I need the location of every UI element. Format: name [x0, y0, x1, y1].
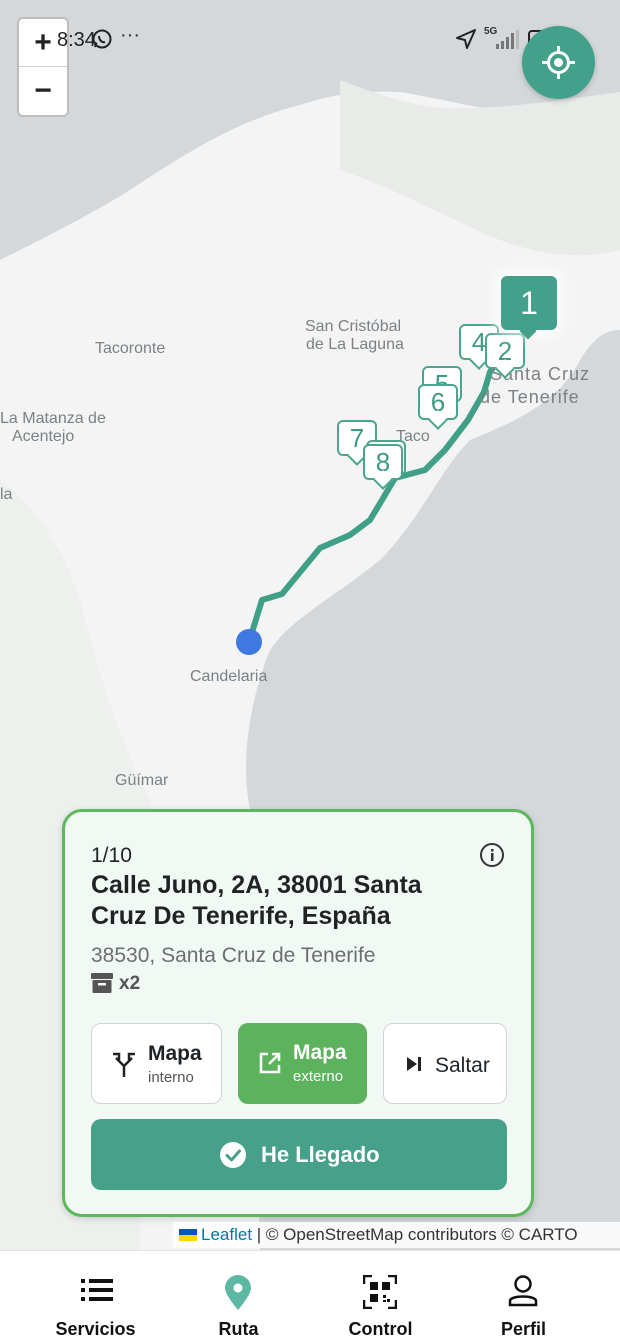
internal-map-title: Mapa — [148, 1042, 202, 1065]
skip-label: Saltar — [435, 1054, 490, 1077]
signal-icon — [496, 30, 519, 49]
archive-box-icon — [91, 973, 113, 993]
tab-servicios[interactable]: Servicios — [18, 1251, 173, 1343]
leaflet-link[interactable]: Leaflet — [201, 1225, 252, 1244]
internal-map-button[interactable]: Mapa interno — [91, 1023, 222, 1104]
package-count-label: x2 — [119, 973, 141, 994]
tab-control[interactable]: Control — [303, 1251, 458, 1343]
open-external-icon — [259, 1052, 281, 1074]
tab-label: Control — [348, 1319, 413, 1339]
external-map-subtitle: externo — [293, 1068, 344, 1085]
place-label: Acentejo — [12, 428, 75, 445]
tab-ruta[interactable]: Ruta — [161, 1251, 316, 1343]
place-label: La Matanza de — [0, 410, 106, 427]
tab-perfil[interactable]: Perfil — [446, 1251, 601, 1343]
map-attribution: Leaflet | © OpenStreetMap contributors ©… — [173, 1222, 620, 1248]
bottom-tab-bar: Servicios Ruta Control Perfil — [0, 1250, 620, 1343]
current-location-dot — [236, 629, 262, 655]
map-pin-icon — [225, 1275, 251, 1310]
stop-counter: 1/10 — [91, 844, 132, 867]
external-map-button[interactable]: Mapa externo — [238, 1023, 367, 1104]
place-label: la — [0, 486, 13, 503]
place-label: Candelaria — [190, 668, 268, 685]
tab-label: Perfil — [500, 1319, 547, 1339]
ukraine-flag-icon — [179, 1229, 197, 1241]
stop-address: Calle Juno, 2A, 38001 Santa Cruz De Tene… — [91, 871, 422, 930]
arrived-label: He Llegado — [261, 1142, 380, 1167]
stop-marker[interactable]: 6 — [418, 384, 458, 420]
whatsapp-icon — [92, 29, 112, 49]
place-label: de Tenerife — [480, 387, 580, 407]
location-arrow-icon — [456, 29, 476, 49]
skip-next-icon — [407, 1057, 421, 1071]
check-circle-icon — [220, 1142, 246, 1168]
more-notifications-icon: ··· — [120, 24, 140, 46]
stop-marker[interactable]: 2 — [485, 333, 525, 369]
place-label: Güímar — [115, 772, 169, 789]
list-icon — [81, 1279, 113, 1301]
current-stop-marker[interactable]: 1 — [501, 276, 557, 330]
arrived-button[interactable]: He Llegado — [91, 1119, 507, 1190]
skip-button[interactable]: Saltar — [383, 1023, 507, 1104]
person-icon — [508, 1275, 538, 1307]
locate-me-button[interactable] — [522, 26, 595, 99]
qr-code-scan-icon — [363, 1275, 397, 1309]
internal-map-subtitle: interno — [148, 1069, 194, 1086]
stop-card: 1/10 Calle Juno, 2A, 38001 Santa Cruz De… — [62, 809, 534, 1217]
stop-marker[interactable]: 8 — [363, 444, 403, 480]
crosshair-icon — [542, 46, 575, 79]
place-label: San Cristóbal — [305, 318, 402, 335]
route-fork-icon — [113, 1052, 135, 1077]
package-count: x2 — [91, 973, 140, 995]
stop-postal-address: 38530, Santa Cruz de Tenerife — [91, 944, 376, 967]
attribution-text: | © OpenStreetMap contributors © CARTO — [252, 1225, 578, 1244]
tab-label: Ruta — [218, 1319, 259, 1339]
place-label: Tacoronte — [95, 340, 166, 357]
external-map-title: Mapa — [293, 1041, 347, 1064]
tab-label: Servicios — [55, 1319, 136, 1339]
info-icon[interactable] — [479, 842, 505, 868]
zoom-out-button[interactable]: − — [19, 67, 67, 115]
place-label: de La Laguna — [306, 336, 404, 353]
